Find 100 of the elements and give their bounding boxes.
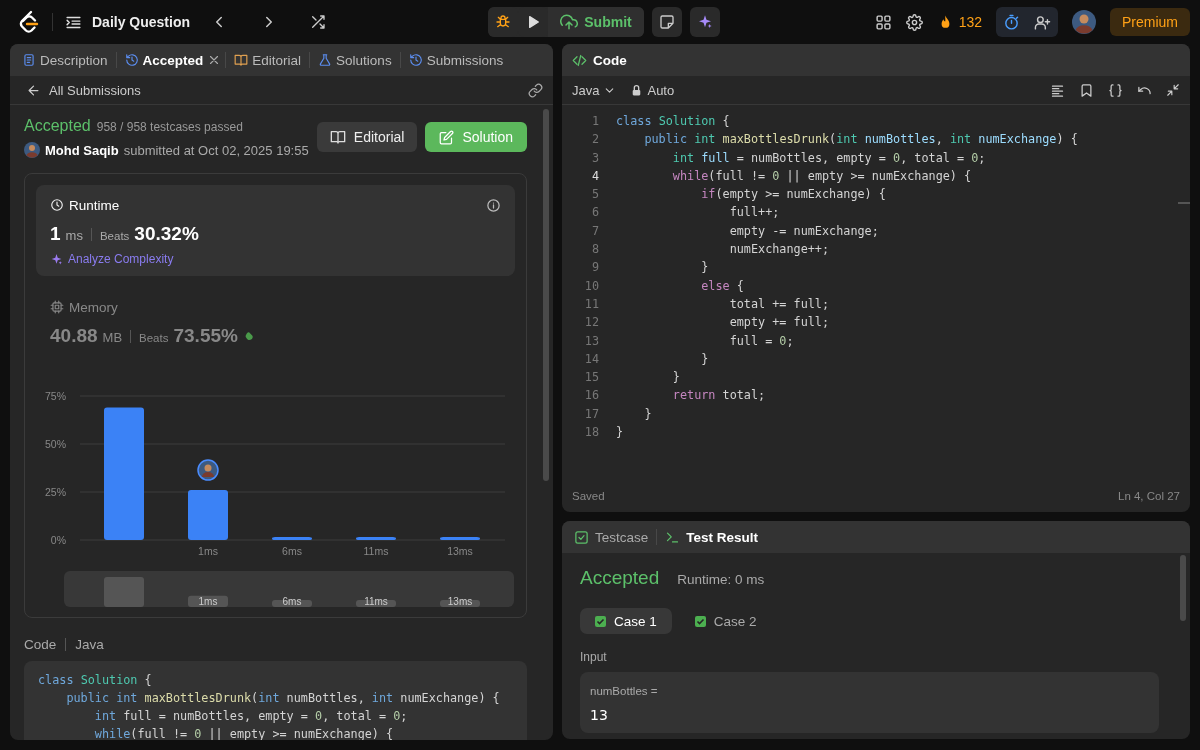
panel-tab[interactable]: Testcase bbox=[574, 529, 649, 545]
code-line: full = 0; bbox=[728, 332, 794, 350]
history-icon bbox=[408, 53, 423, 67]
language-dropdown[interactable]: Java bbox=[572, 82, 617, 98]
back-arrow-icon[interactable] bbox=[26, 82, 41, 98]
line-number: 8 bbox=[590, 241, 599, 259]
parameter-value: 13 bbox=[590, 707, 609, 723]
clock-icon bbox=[50, 198, 64, 212]
code-line: } bbox=[700, 350, 709, 368]
code-line: numExchange++; bbox=[728, 241, 830, 259]
terminal-icon bbox=[665, 529, 681, 545]
avatar-marker bbox=[197, 459, 219, 481]
line-number: 6 bbox=[590, 204, 599, 222]
cursor-position: Ln 4, Col 27 bbox=[1118, 490, 1180, 502]
status-text: Accepted bbox=[24, 117, 91, 135]
code-line: else { bbox=[700, 277, 744, 295]
line-number: 17 bbox=[583, 405, 599, 423]
line-number: 18 bbox=[583, 424, 599, 442]
line-number: 7 bbox=[590, 222, 599, 240]
grid-icon[interactable] bbox=[874, 13, 892, 31]
code-line: empty += full; bbox=[728, 314, 830, 332]
line-number: 14 bbox=[583, 350, 599, 368]
code-line: total += full; bbox=[728, 295, 830, 313]
premium-button[interactable]: Premium bbox=[1110, 8, 1190, 36]
axis-label: 75% bbox=[45, 390, 66, 402]
panel-tab[interactable]: Description bbox=[18, 44, 112, 76]
bookmark-icon[interactable] bbox=[1079, 82, 1094, 98]
line-number: 16 bbox=[583, 387, 599, 405]
line-number: 13 bbox=[583, 332, 599, 350]
note-icon[interactable] bbox=[658, 14, 675, 30]
metric-card[interactable]: Memory 40.88 MB Beats 73.55% bbox=[36, 276, 515, 351]
analyze-link[interactable]: Analyze Complexity bbox=[68, 252, 174, 266]
page-title[interactable]: Daily Question bbox=[92, 14, 191, 30]
panel-title: Code bbox=[593, 52, 627, 68]
code-line: empty -= numExchange; bbox=[728, 222, 879, 240]
code-line: if(empty >= numExchange) { bbox=[700, 186, 886, 204]
book-icon bbox=[234, 53, 249, 67]
mode-label[interactable]: Auto bbox=[647, 82, 675, 98]
avatar-icon[interactable] bbox=[1072, 10, 1096, 34]
timer-icon[interactable] bbox=[1003, 13, 1020, 31]
panel-tab[interactable]: Test Result bbox=[665, 529, 759, 545]
cloud-upload-icon bbox=[560, 13, 579, 31]
panel-tab[interactable]: Accepted bbox=[120, 44, 208, 76]
line-number: 2 bbox=[590, 131, 599, 149]
axis-label: 0% bbox=[50, 534, 66, 546]
scroll-marker bbox=[1178, 202, 1190, 204]
scrollbar[interactable] bbox=[1180, 555, 1186, 621]
checkbox-icon bbox=[574, 529, 589, 545]
line-number: 4 bbox=[590, 167, 599, 185]
shuffle-icon[interactable] bbox=[310, 14, 327, 30]
line-number: 15 bbox=[583, 369, 599, 387]
input-label: Input bbox=[580, 650, 607, 664]
align-icon[interactable] bbox=[1050, 82, 1065, 98]
bug-icon[interactable] bbox=[495, 14, 512, 30]
streak-count: 132 bbox=[958, 14, 982, 30]
settings-icon[interactable] bbox=[905, 13, 923, 31]
avatar-icon[interactable] bbox=[24, 142, 40, 158]
link-icon[interactable] bbox=[528, 82, 543, 98]
add-user-icon[interactable] bbox=[1034, 13, 1051, 31]
save-status: Saved bbox=[572, 490, 605, 502]
collapse-icon[interactable] bbox=[1166, 83, 1180, 97]
code-line: while(full != 0 || empty >= numExchange) { bbox=[671, 167, 972, 185]
beats-percentage: 30.32% bbox=[134, 223, 199, 245]
metric-unit: MB bbox=[102, 330, 123, 345]
info-icon[interactable] bbox=[486, 197, 501, 213]
metric-card[interactable]: Runtime 1 ms Beats 30.32% Analyze Complexity bbox=[36, 185, 515, 276]
panel-tab[interactable]: Solutions bbox=[314, 44, 396, 76]
beats-percentage: 73.55% bbox=[173, 325, 238, 347]
case-tab[interactable]: Case 2 bbox=[679, 608, 772, 634]
axis-label: 13ms bbox=[447, 545, 473, 557]
code-line: while(full != 0 || empty >= numExchange) { bbox=[93, 726, 395, 740]
axis-label: 11ms bbox=[363, 545, 389, 557]
code-line: int full = numBottles, empty = 0, total = 0; bbox=[93, 708, 409, 725]
scrollbar[interactable] bbox=[543, 109, 549, 481]
range-label: 11ms bbox=[356, 596, 396, 607]
braces-icon[interactable] bbox=[1108, 82, 1123, 98]
range-label: 13ms bbox=[440, 596, 480, 607]
code-line: class Solution { bbox=[616, 113, 730, 130]
metric-title: Runtime bbox=[69, 197, 120, 213]
range-label: 6ms bbox=[272, 596, 312, 607]
submit-button[interactable]: Submit bbox=[548, 7, 644, 37]
panel-tab[interactable]: Submissions bbox=[404, 44, 508, 76]
line-number: 10 bbox=[583, 277, 599, 295]
result-status: Accepted bbox=[580, 567, 660, 589]
code-line: int full = numBottles, empty = 0, total = 0; bbox=[671, 149, 986, 167]
parameter-name: numBottles = bbox=[590, 685, 658, 697]
logo-icon[interactable] bbox=[18, 10, 40, 34]
user-name[interactable]: Mohd Saqib bbox=[45, 142, 119, 158]
panel-tab[interactable]: Editorial bbox=[230, 44, 306, 76]
code-line: } bbox=[671, 369, 680, 387]
metric-unit: ms bbox=[65, 228, 83, 243]
metric-value: 1 bbox=[50, 223, 61, 245]
axis-label: 25% bbox=[45, 486, 66, 498]
document-icon bbox=[22, 53, 36, 67]
code-line: return total; bbox=[671, 387, 766, 405]
line-number: 3 bbox=[590, 149, 599, 167]
editorial-button[interactable]: Editorial bbox=[316, 122, 418, 152]
case-tab[interactable]: Case 1 bbox=[580, 608, 672, 634]
language-label: Java bbox=[75, 636, 104, 652]
back-link[interactable]: All Submissions bbox=[49, 82, 141, 98]
